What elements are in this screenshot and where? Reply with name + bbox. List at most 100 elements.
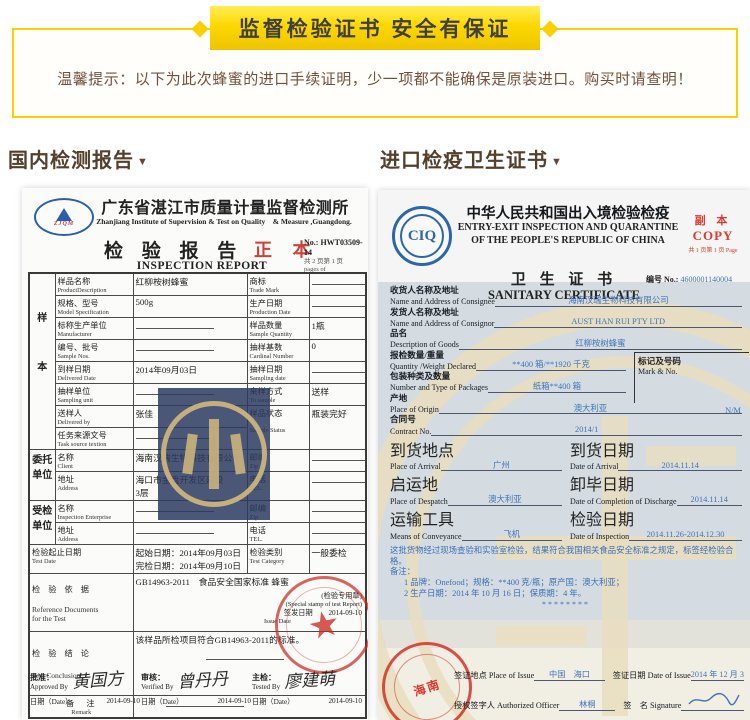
field-label-cn: 送样人 bbox=[58, 407, 131, 419]
field-label-en: Place of Despatch bbox=[390, 497, 448, 506]
date-label: 日期（Date） bbox=[141, 697, 183, 707]
section-header-domestic-report[interactable]: 国内检测报告▼ bbox=[8, 144, 149, 173]
chevron-down-icon: ▼ bbox=[137, 156, 149, 168]
field-value: 飞机 bbox=[462, 530, 562, 541]
field-value: AUST HAN RUI PTY LTD bbox=[494, 317, 742, 328]
field-label-en: Test Date bbox=[32, 558, 131, 565]
blank-line bbox=[312, 451, 367, 461]
field-label-cn: 电话 bbox=[250, 524, 307, 536]
inspection-statement: 这批货物经过现场查验和实验室检验，结果符合我国相关食品安全标准之规定，标签经检验… bbox=[390, 545, 742, 568]
field-label-cn: 报检数量/重量 bbox=[390, 351, 626, 361]
blank-line bbox=[312, 473, 367, 483]
pair-despatch: 启运地 Place of Despatch澳大利亚 卸毕日期 Date of C… bbox=[390, 471, 742, 506]
issue-date-en: Date of Issue bbox=[648, 671, 691, 680]
field-value-blank bbox=[309, 501, 366, 523]
spacer bbox=[32, 324, 53, 358]
field-label-en: Task source textion bbox=[58, 441, 131, 448]
field-value-blank bbox=[309, 296, 366, 318]
field-value: 起始日期：2014年09月03日完检日期：2014年09月10日 bbox=[133, 545, 247, 574]
blank-line bbox=[136, 319, 214, 329]
field-label-cn: 卸毕日期 bbox=[570, 471, 742, 495]
notice-text: 温馨提示：以下为此次蜂蜜的进口手续证明，少一项都不能确保是原装进口。购买时请查明… bbox=[0, 68, 750, 89]
field-label-en: Address bbox=[58, 485, 131, 492]
officer-en: Authorized Officer bbox=[497, 701, 559, 710]
issue-date-value: 2014 年 12 月 3 bbox=[691, 668, 744, 681]
field-label-en: Delivered by bbox=[58, 419, 131, 426]
field-value: 送样 bbox=[309, 384, 366, 406]
blank-line bbox=[136, 524, 214, 534]
field-label-cn: 品名 bbox=[390, 329, 742, 339]
section-header-import-certificate[interactable]: 进口检疫卫生证书▼ bbox=[380, 144, 563, 173]
field-label-cn: 名称 bbox=[58, 451, 131, 463]
watermark-seal-bar bbox=[209, 419, 219, 489]
table-row: 规格、型号Model Specification 500g 生产日期Produc… bbox=[29, 296, 366, 318]
certificate-org-en2: OF THE PEOPLE'S REPUBLIC OF CHINA bbox=[430, 235, 706, 246]
field-label-en: Date of Completion of Discharge bbox=[570, 497, 677, 506]
date-label: 日期（Date） bbox=[30, 697, 72, 707]
date-value: 2014-09-10 bbox=[217, 697, 251, 707]
officer-cn: 授权签字人 bbox=[454, 701, 495, 710]
copy-pages: 共 1 页第 1 页 Page bbox=[682, 245, 744, 254]
signer-approved: 批准：Approved By 黄国方 日期（Date）2014-09-10 bbox=[30, 666, 140, 707]
field-label-cn: 启运地 bbox=[390, 471, 562, 495]
field-label-en: Delivered Date bbox=[58, 375, 131, 382]
field-label-en: Address bbox=[58, 536, 131, 543]
banner-title-text: 监督检验证书 安全有保证 bbox=[239, 13, 512, 43]
blank-line bbox=[312, 363, 367, 373]
signer-role-en: Verified By bbox=[141, 683, 173, 691]
signer-verified: 审核：Verified By 曾丹丹 日期（Date）2014-09-10 bbox=[141, 666, 251, 707]
spacer bbox=[32, 275, 53, 309]
cell: 样品数量Sample Quantity bbox=[247, 318, 309, 340]
field-label-en: Name and Address of Consignor bbox=[390, 319, 494, 328]
issue-place-cn: 签证地点 bbox=[454, 671, 487, 680]
blank-line bbox=[136, 341, 214, 351]
side-client-2: 单位 bbox=[32, 466, 53, 481]
field-value: 红柳桉树蜂蜜 bbox=[459, 339, 742, 350]
field-label-en: Number and Type of Packages bbox=[390, 383, 488, 392]
cell: 地址Address bbox=[55, 472, 133, 501]
paired-fields: 到货地点 Place of Arrival广州 到货日期 Date of Arr… bbox=[390, 437, 742, 541]
issue-place-en: Place of Issue bbox=[489, 671, 534, 680]
signer-tested: 主检：Tested By 廖建萌 日期（Date）2014-09-10 bbox=[252, 666, 362, 707]
field-value: 1瓶 bbox=[309, 318, 366, 340]
cell: 检验类别Test Category bbox=[247, 545, 309, 574]
table-row: 编号、批号Sample Nos. 抽样基数Cardinal Number 0 bbox=[29, 340, 366, 362]
date-label: 日期（Date） bbox=[252, 697, 294, 707]
issue-date-cn: 签证日期 bbox=[613, 671, 646, 680]
field-label-en: Means of Conveyance bbox=[390, 532, 462, 541]
blank-line bbox=[312, 297, 367, 307]
field-value-blank bbox=[309, 273, 366, 296]
field-value: 一般委检 bbox=[309, 545, 366, 574]
field-value-blank bbox=[133, 318, 247, 340]
field-value-blank bbox=[133, 340, 247, 362]
field-label-cn: 地址 bbox=[58, 524, 131, 536]
cell: 编号、批号Sample Nos. bbox=[55, 340, 133, 362]
remark-label-en: Remark bbox=[32, 709, 131, 716]
date-value: 2014-09-10 bbox=[328, 697, 362, 707]
basis-label-en1: Reference Documents bbox=[32, 605, 131, 614]
field-value: 瓶装完好 bbox=[309, 406, 366, 450]
banner-title: 监督检验证书 安全有保证 bbox=[210, 6, 540, 50]
signer-role-cn: 审核： bbox=[141, 673, 173, 683]
cell: 抽样基数Cardinal Number bbox=[247, 340, 309, 362]
field-label-cn: 规格、型号 bbox=[58, 297, 131, 309]
certificate-org-cn: 中华人民共和国出入境检验检疫 bbox=[440, 202, 696, 223]
field-label-en: Trade Mark bbox=[250, 287, 307, 294]
signature-name: 黄国方 bbox=[71, 664, 124, 692]
field-label-en: Contract No. bbox=[390, 427, 431, 436]
remark-label: 备注： bbox=[390, 567, 742, 578]
signature-name: 廖建萌 bbox=[283, 664, 336, 692]
cell: 电话TEL. bbox=[247, 523, 309, 545]
cell: 检验起止日期Test Date bbox=[29, 545, 133, 574]
field-label-cn: 运输工具 bbox=[390, 506, 562, 530]
blank-line bbox=[312, 524, 367, 534]
field-label-cn: 合同号 bbox=[390, 415, 742, 425]
field-label-en: Model Specification bbox=[58, 309, 131, 316]
field-value-blank bbox=[309, 523, 366, 545]
copy-mark-block: 副 本 COPY 共 1 页第 1 页 Page bbox=[682, 212, 744, 254]
signer-role-en: Approved By bbox=[30, 683, 68, 691]
field-label-en: Date of Inspection bbox=[570, 532, 629, 541]
side-sample-top: 样 bbox=[32, 309, 53, 324]
field-value: 红柳桉树蜂蜜 bbox=[133, 273, 247, 296]
field-value: 2014.11.14 bbox=[677, 495, 743, 506]
